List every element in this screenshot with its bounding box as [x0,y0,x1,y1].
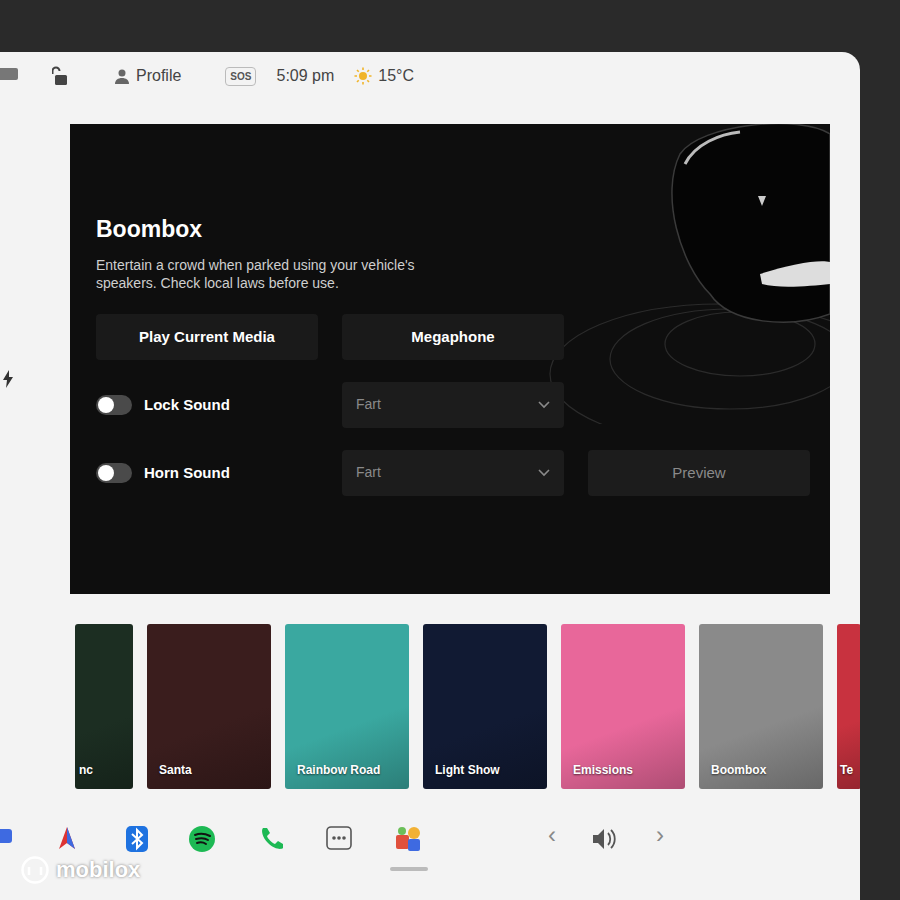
tile-label: Te [840,761,853,779]
charging-icon [2,370,14,388]
battery-icon [0,68,18,80]
mode-button[interactable]: Megaphone [342,314,564,360]
sound-toggle[interactable] [96,463,132,483]
toybox-tile[interactable]: nc [75,624,133,789]
side-strip [0,100,70,594]
active-app-indicator [390,867,428,871]
navigation-icon[interactable] [55,825,83,853]
lock-icon[interactable] [52,66,70,86]
spacer [588,314,810,360]
sound-dropdown[interactable]: Fart [342,382,564,428]
preview-button[interactable]: Preview [588,450,810,496]
setting-row: Lock Sound [96,382,318,428]
spacer [588,382,810,428]
setting-row: Horn Sound [96,450,318,496]
panel-title: Boombox [96,216,804,244]
bluetooth-icon[interactable] [125,825,153,853]
temperature: 15°C [378,64,414,88]
tile-label: Emissions [573,761,633,779]
content: Boombox Entertain a crowd when parked usi… [70,100,830,594]
tile-label: Santa [159,761,192,779]
toybox-tile[interactable]: Rainbow Road [285,624,409,789]
toybox-tile[interactable]: Emissions [561,624,685,789]
toybox-tile[interactable]: Santa [147,624,271,789]
more-apps-icon[interactable] [326,825,354,853]
volume-down-button[interactable]: ‹ [548,823,556,847]
toggle-knob [98,397,114,413]
toybox-tile[interactable]: Light Show [423,624,547,789]
status-bar: Profile SOS 5:09 pm 15°C [0,52,860,100]
mode-button[interactable]: Play Current Media [96,314,318,360]
watermark: mobilox [20,853,140,886]
chevron-down-icon [538,469,550,477]
sound-toggle[interactable] [96,395,132,415]
sun-icon [354,67,372,85]
clock: 5:09 pm [276,64,334,88]
weather: 15°C [354,64,414,88]
volume-up-button[interactable]: › [656,823,664,847]
dropdown-value: Fart [356,462,381,483]
toybox-tile[interactable]: Boombox [699,624,823,789]
setting-label: Lock Sound [144,394,230,417]
car-image [530,124,830,424]
toybox-icon[interactable] [394,825,422,853]
profile-label: Profile [136,64,181,88]
boombox-panel: Boombox Entertain a crowd when parked usi… [70,124,830,594]
sound-dropdown[interactable]: Fart [342,450,564,496]
preview-label: Preview [672,462,725,485]
tile-label: Boombox [711,761,766,779]
tile-label: Rainbow Road [297,761,380,779]
toybox-tiles: nc Santa Rainbow Road Light Show Emissions Bo… [75,624,860,789]
tile-label: Light Show [435,761,500,779]
toybox-tile[interactable]: Te [837,624,860,789]
profile-button[interactable]: Profile [114,64,181,88]
person-icon [114,68,130,84]
panel-description: Entertain a crowd when parked using your… [96,256,436,292]
chevron-down-icon [538,401,550,409]
controls: Play Current Media Megaphone Lock Sound Far… [96,314,804,496]
tile-label: nc [79,761,93,779]
dropdown-value: Fart [356,394,381,415]
messages-icon[interactable] [0,825,28,853]
setting-label: Horn Sound [144,462,230,485]
spotify-icon[interactable] [188,825,216,853]
main-area: Boombox Entertain a crowd when parked usi… [0,100,860,594]
screen: Profile SOS 5:09 pm 15°C Boombox Entertain a … [0,52,860,900]
watermark-text: mobilox [56,853,140,886]
sos-button[interactable]: SOS [225,67,256,86]
toggle-knob [98,465,114,481]
volume-icon[interactable] [590,825,618,853]
mobilox-logo-icon [20,855,50,885]
phone-icon[interactable] [258,825,286,853]
